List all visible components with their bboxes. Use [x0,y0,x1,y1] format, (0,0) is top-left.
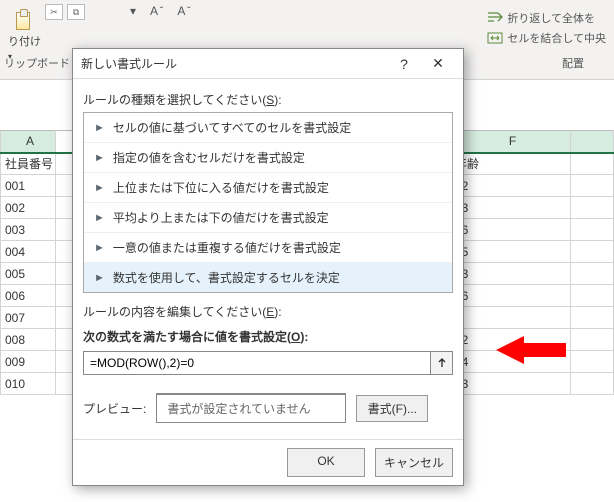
dialog-body: ルールの種類を選択してください(S): ►セルの値に基づいてすべてのセルを書式設… [73,79,463,439]
alignment-area: 折り返して全体を セルを結合して中央 [487,10,606,50]
merge-center-button[interactable]: セルを結合して中央 [487,30,606,46]
new-format-rule-dialog: 新しい書式ルール ? ✕ ルールの種類を選択してください(S): ►セルの値に基… [72,48,464,486]
cell[interactable]: 62 [451,175,571,197]
format-button[interactable]: 書式(F)... [356,395,428,422]
column-header-a[interactable]: A [1,131,56,153]
cell[interactable]: 003 [1,219,56,241]
bullet-icon: ► [94,212,105,224]
rule-type-list[interactable]: ►セルの値に基づいてすべてのセルを書式設定 ►指定の値を含むセルだけを書式設定 … [83,112,453,293]
rule-type-item-selected[interactable]: ►数式を使用して、書式設定するセルを決定 [84,263,452,292]
preview-box: 書式が設定されていません [156,393,346,423]
cell[interactable]: 43 [451,263,571,285]
increase-font-icon[interactable]: A˘ [150,4,163,18]
rule-type-item[interactable]: ►平均より上または下の値だけを書式設定 [84,203,452,233]
range-selector-button[interactable] [431,351,453,375]
cell[interactable]: 36 [451,285,571,307]
cut-icon[interactable]: ✂ [45,4,63,20]
rule-type-item[interactable]: ►上位または下位に入る値だけを書式設定 [84,173,452,203]
cell[interactable]: 42 [451,329,571,351]
formula-input[interactable] [83,351,431,375]
cell[interactable]: 53 [451,197,571,219]
preview-label: プレビュー: [83,400,146,417]
dialog-footer: OK キャンセル [73,439,463,485]
preview-row: プレビュー: 書式が設定されていません 書式(F)... [83,393,453,423]
font-area: ▾ A˘ A˘ [130,4,191,18]
cell[interactable]: 007 [1,307,56,329]
wrap-icon [487,12,503,24]
bullet-icon: ► [94,152,105,164]
column-header-f[interactable]: F [451,131,571,153]
cell[interactable]: 年齢 [451,153,571,175]
edit-rule-label: ルールの内容を編集してください(E): [83,303,453,320]
cell[interactable]: 009 [1,351,56,373]
dialog-titlebar[interactable]: 新しい書式ルール ? ✕ [73,49,463,79]
formula-condition-label: 次の数式を満たす場合に値を書式設定(O): [83,328,453,345]
formula-row [83,351,453,375]
cell[interactable]: 34 [451,351,571,373]
cell[interactable] [451,307,571,329]
dialog-title: 新しい書式ルール [81,55,387,72]
cell[interactable]: 004 [1,241,56,263]
ok-button[interactable]: OK [287,448,365,477]
cell[interactable]: 006 [1,285,56,307]
paste-button[interactable]: り付け ▾ [8,0,41,61]
cell[interactable]: 001 [1,175,56,197]
copy-icon[interactable]: ⧉ [67,4,85,20]
cell[interactable]: 010 [1,373,56,395]
clipboard-mini-icons: ✂ ⧉ [45,4,85,20]
cell[interactable]: 008 [1,329,56,351]
merge-icon [487,32,503,44]
paste-label: り付け [8,33,41,49]
decrease-font-icon[interactable]: A˘ [177,4,190,18]
bullet-icon: ► [94,122,105,134]
cell[interactable]: 56 [451,219,571,241]
select-rule-type-label: ルールの種類を選択してください(S): [83,91,453,108]
rule-type-item[interactable]: ►セルの値に基づいてすべてのセルを書式設定 [84,113,452,143]
cell[interactable]: 社員番号 [1,153,56,175]
column-header-g[interactable] [571,131,614,153]
collapse-dialog-icon [436,357,448,369]
cell[interactable]: 55 [451,241,571,263]
rule-type-item[interactable]: ►指定の値を含むセルだけを書式設定 [84,143,452,173]
bullet-icon: ► [94,182,105,194]
paste-icon [8,0,38,30]
cell[interactable]: 002 [1,197,56,219]
alignment-group-label: 配置 [562,55,584,71]
rule-type-item[interactable]: ►一意の値または重複する値だけを書式設定 [84,233,452,263]
cancel-button[interactable]: キャンセル [375,448,453,477]
bullet-icon: ► [94,242,105,254]
bullet-icon: ► [94,272,105,284]
wrap-text-button[interactable]: 折り返して全体を [487,10,606,26]
cell[interactable]: 005 [1,263,56,285]
cell[interactable]: 33 [451,373,571,395]
close-button[interactable]: ✕ [421,50,455,78]
help-button[interactable]: ? [387,50,421,78]
font-size-caret[interactable]: ▾ [130,4,136,18]
